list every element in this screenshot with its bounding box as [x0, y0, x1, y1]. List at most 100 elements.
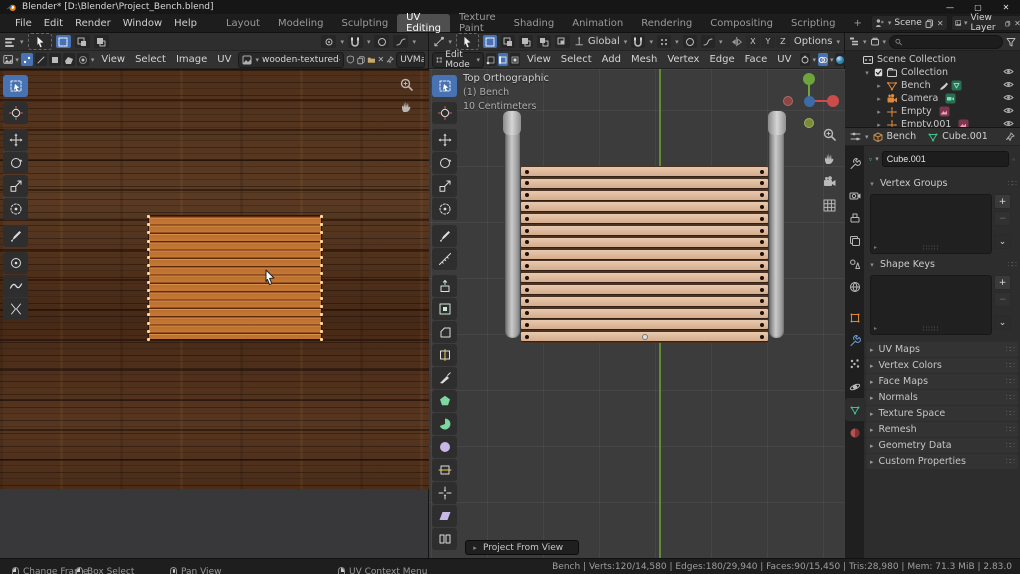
uv-menu-view[interactable]: View: [96, 54, 130, 65]
disclosure-icon[interactable]: ▾: [863, 69, 871, 77]
navigation-gizmo[interactable]: [781, 71, 839, 129]
vertex-groups-list[interactable]: ▸ ∷∷∷: [870, 194, 992, 254]
tab-shading[interactable]: Shading: [505, 14, 564, 32]
properties-tab-material[interactable]: [845, 421, 864, 444]
uv-canvas[interactable]: [0, 69, 429, 558]
chevron-down-icon[interactable]: ▾: [20, 38, 24, 46]
vertex-groups-panel-header[interactable]: ▾ Vertex Groups ∷∷: [868, 178, 1017, 189]
zoom-icon[interactable]: [819, 124, 839, 144]
visibility-eye-icon[interactable]: [1003, 93, 1014, 102]
vp-extrude-region-tool[interactable]: [432, 275, 457, 297]
tab-layout[interactable]: Layout: [217, 14, 269, 32]
tab-texture-paint[interactable]: Texture Paint: [450, 12, 505, 34]
panel-texture-space[interactable]: ▸ Texture Space ∷∷: [866, 406, 1018, 421]
tab-uv-editing[interactable]: UV Editing: [397, 12, 450, 34]
menu-edit[interactable]: Edit: [38, 18, 69, 29]
new-view-layer-icon[interactable]: [1005, 19, 1011, 28]
open-image-folder-icon[interactable]: [367, 55, 376, 65]
brush-icon[interactable]: [938, 80, 949, 91]
vp-shear-tool[interactable]: [432, 505, 457, 527]
panel-remesh[interactable]: ▸ Remesh ∷∷: [866, 422, 1018, 437]
uv-rotate-tool[interactable]: [3, 152, 28, 174]
vp-transform-tool[interactable]: [432, 198, 457, 220]
disclosure-icon[interactable]: ▸: [875, 95, 883, 103]
select-mode-set-button[interactable]: [482, 35, 497, 48]
visibility-eye-icon[interactable]: [1003, 80, 1014, 89]
tab-modeling[interactable]: Modeling: [269, 14, 333, 32]
remove-vertex-group-button[interactable]: −: [994, 211, 1011, 226]
snapping-magnet-icon[interactable]: [631, 35, 646, 48]
proportional-editing-button[interactable]: [374, 35, 390, 48]
visibility-eye-icon[interactable]: [1003, 119, 1014, 127]
fake-user-icon[interactable]: [1012, 154, 1015, 165]
properties-tab-physics[interactable]: [845, 375, 864, 398]
tab-animation[interactable]: Animation: [563, 14, 632, 32]
select-mode-extend-button[interactable]: [74, 35, 90, 48]
view-layer-selector[interactable]: ▾ View Layer ✕: [950, 13, 1020, 33]
properties-tab-object[interactable]: [845, 306, 864, 329]
snapping-magnet-icon[interactable]: [347, 35, 363, 48]
vp-select-box-tool[interactable]: [432, 75, 457, 97]
select-mode-subtract-button[interactable]: [93, 35, 109, 48]
zoom-icon[interactable]: [396, 74, 416, 94]
vp-bevel-tool[interactable]: [432, 321, 457, 343]
image-data-icon[interactable]: [958, 119, 969, 127]
properties-editor-icon[interactable]: [850, 131, 861, 142]
vp-smooth-tool[interactable]: [432, 436, 457, 458]
display-mode-icon[interactable]: [870, 37, 880, 47]
camera-data-icon[interactable]: [945, 93, 956, 104]
collection-checkbox[interactable]: [874, 68, 883, 77]
bench-slat[interactable]: [521, 261, 768, 271]
pan-hand-icon[interactable]: [819, 148, 839, 168]
menu-window[interactable]: Window: [117, 18, 168, 29]
gizmo-z-axis[interactable]: [804, 96, 815, 107]
remove-shape-key-button[interactable]: −: [994, 292, 1011, 307]
options-label[interactable]: Options: [794, 36, 833, 47]
viewport-shading-button[interactable]: [835, 53, 846, 66]
panel-face-maps[interactable]: ▸ Face Maps ∷∷: [866, 374, 1018, 389]
orientation-icon[interactable]: [574, 36, 584, 47]
uv-grab-tool[interactable]: [3, 252, 28, 274]
panel-custom-properties[interactable]: ▸ Custom Properties ∷∷: [866, 454, 1018, 469]
uv-menu-uv[interactable]: UV: [212, 54, 236, 65]
uv-relax-tool[interactable]: [3, 275, 28, 297]
shape-key-specials-button[interactable]: ⌄: [994, 315, 1011, 330]
panel-geometry-data[interactable]: ▸ Geometry Data ∷∷: [866, 438, 1018, 453]
bench-slat[interactable]: [521, 202, 768, 212]
active-tool-button[interactable]: [27, 33, 52, 50]
outliner-item-scene-collection[interactable]: Scene Collection: [845, 53, 1020, 66]
tab-scripting[interactable]: Scripting: [782, 14, 844, 32]
uv-pinch-tool[interactable]: [3, 298, 28, 320]
bench-slat[interactable]: [521, 308, 768, 318]
outliner-item-bench[interactable]: ▸ Bench: [845, 79, 1020, 92]
properties-tab-particles[interactable]: [845, 352, 864, 375]
vp-shrink-fatten-tool[interactable]: [432, 482, 457, 504]
face-select-button[interactable]: [510, 53, 521, 66]
panel-uv-maps[interactable]: ▸ UV Maps ∷∷: [866, 342, 1018, 357]
falloff-curve-icon[interactable]: [700, 35, 716, 48]
tab-compositing[interactable]: Compositing: [701, 14, 782, 32]
vp-measure-tool[interactable]: [432, 248, 457, 270]
properties-tab-world[interactable]: [845, 275, 864, 298]
viewport-menu-view[interactable]: View: [522, 54, 556, 65]
vp-move-tool[interactable]: [432, 129, 457, 151]
bench-slat[interactable]: [521, 249, 768, 259]
breadcrumb-data[interactable]: Cube.001: [942, 131, 988, 142]
pivot-point-icon[interactable]: [657, 35, 672, 48]
remove-view-layer-icon[interactable]: ✕: [1014, 19, 1020, 28]
viewport-menu-vertex[interactable]: Vertex: [662, 54, 704, 65]
vp-cursor-tool[interactable]: [432, 102, 457, 124]
tool-settings-editor-icon[interactable]: [4, 36, 16, 48]
uv-scale-tool[interactable]: [3, 175, 28, 197]
viewport-menu-mesh[interactable]: Mesh: [626, 54, 662, 65]
select-mode-extend-button[interactable]: [500, 35, 515, 48]
vp-spin-tool[interactable]: [432, 413, 457, 435]
disclosure-icon[interactable]: ▸: [875, 121, 883, 128]
bench-slat[interactable]: [521, 178, 768, 188]
shape-keys-list[interactable]: ▸ ∷∷∷: [870, 275, 992, 335]
pin-icon[interactable]: [386, 55, 394, 65]
fake-user-shield-icon[interactable]: [346, 54, 355, 65]
filter-funnel-icon[interactable]: [1006, 37, 1016, 47]
properties-tab-modifiers[interactable]: [845, 329, 864, 352]
outliner-editor-icon[interactable]: [849, 36, 860, 47]
